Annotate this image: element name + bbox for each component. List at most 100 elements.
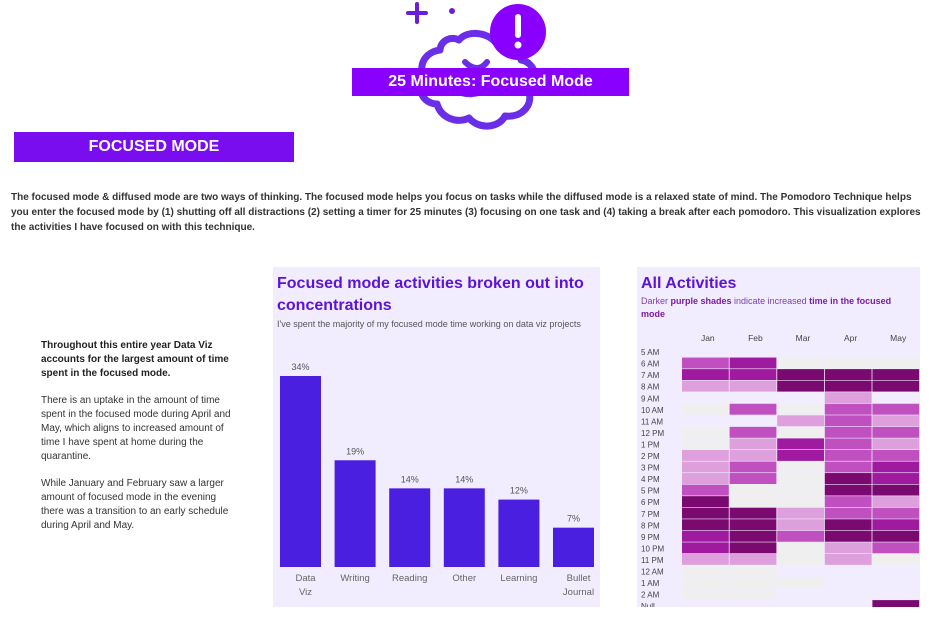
heatmap-row-label: 8 PM	[641, 521, 660, 530]
heatmap-cell	[729, 357, 777, 369]
bar-category-label: Other	[452, 573, 476, 584]
heatmap-cell	[729, 426, 777, 438]
heatmap-column-label: Feb	[748, 333, 763, 343]
heatmap-cell	[729, 484, 777, 496]
heatmap-row-label: 7 PM	[641, 510, 660, 519]
heatmap-cell	[729, 553, 777, 565]
heatmap-row-label: 2 AM	[641, 591, 660, 600]
heatmap-cell	[777, 484, 824, 496]
heatmap-row-label: 10 PM	[641, 544, 664, 553]
bar-4	[498, 499, 540, 567]
heatmap-cell	[777, 553, 824, 565]
heatmap-row-label: 1 PM	[641, 440, 660, 449]
heatmap-cell	[872, 426, 920, 438]
heatmap-cell	[682, 403, 729, 415]
heatmap-cell	[872, 530, 920, 542]
heatmap-cell	[777, 369, 824, 381]
heatmap-cell	[824, 553, 872, 565]
bar-value-label: 19%	[346, 446, 364, 456]
sparkle-icon	[406, 2, 428, 24]
heatmap-cell	[729, 473, 777, 484]
heatmap-cell	[872, 403, 920, 415]
heatmap-cell	[729, 519, 777, 531]
heatmap-cell	[777, 380, 824, 392]
bar-value-label: 14%	[401, 474, 419, 484]
heatmap-chart: Jan Feb Mar Apr May 5 AM 6 AM 7 AM 8 AM 9 AM 10 AM…	[641, 333, 920, 607]
heatmap-cell	[682, 484, 729, 496]
heatmap-cell	[872, 461, 920, 473]
heatmap-cell	[682, 369, 729, 381]
heatmap-cell	[682, 519, 729, 531]
bar-category-label: Reading	[392, 573, 427, 584]
bar-category-label: Bullet	[567, 573, 591, 584]
heatmap-row-label: 4 PM	[641, 475, 660, 484]
heatmap-row-label: 6 AM	[641, 360, 660, 369]
heatmap-cell	[777, 542, 824, 554]
heatmap-cell	[682, 577, 729, 588]
heatmap-cell	[729, 438, 777, 450]
heatmap-cell	[682, 357, 729, 369]
heatmap-cell	[872, 507, 920, 519]
heatmap-cell	[872, 600, 920, 607]
heatmap-cell	[682, 507, 729, 519]
bar-5	[553, 527, 594, 567]
heatmap-row-label: 10 AM	[641, 406, 664, 415]
heatmap-cell	[682, 426, 729, 438]
banner-title: 25 Minutes: Focused Mode	[352, 68, 629, 96]
heatmap-panel: All Activities Darker purple shades indi…	[637, 267, 920, 607]
bar-category-label: Data	[295, 573, 316, 584]
heatmap-cell	[824, 484, 872, 496]
heatmap-cell	[777, 449, 824, 461]
heatmap-cell	[682, 380, 729, 392]
heatmap-row-label: 9 AM	[641, 394, 660, 403]
heatmap-row-label: 3 PM	[641, 464, 660, 473]
heatmap-cell	[729, 577, 777, 588]
heatmap-row-label: 1 AM	[641, 579, 660, 588]
heatmap-cell	[824, 415, 872, 427]
note-uptake: There is an uptake in the amount of time…	[41, 395, 231, 462]
bar-2	[389, 488, 431, 567]
dot-icon	[449, 8, 455, 14]
heatmap-row-label: 9 PM	[641, 533, 660, 542]
heatmap-cell	[824, 449, 872, 461]
heatmap-cell	[729, 380, 777, 392]
heatmap-cell	[682, 530, 729, 542]
heatmap-row-label: 8 AM	[641, 383, 660, 392]
heatmap-cell	[682, 565, 729, 577]
heatmap-cell	[777, 438, 824, 450]
heatmap-cell	[824, 438, 872, 450]
heatmap-cell	[824, 392, 872, 404]
heatmap-row-label: 5 PM	[641, 487, 660, 496]
bar-category-label: Learning	[500, 573, 537, 584]
heatmap-cell	[777, 473, 824, 484]
heatmap-cell	[872, 357, 920, 369]
heatmap-cell	[824, 357, 872, 369]
heatmap-column-label: Mar	[796, 333, 811, 343]
heatmap-row-label: 2 PM	[641, 452, 660, 461]
heatmap-cell	[872, 542, 920, 554]
bar-1	[334, 460, 376, 567]
heatmap-cell	[682, 449, 729, 461]
heatmap-cell	[824, 369, 872, 381]
heatmap-cell	[682, 473, 729, 484]
heatmap-cell	[729, 369, 777, 381]
heatmap-cell	[729, 542, 777, 554]
heatmap-cell	[682, 438, 729, 450]
heatmap-cell	[729, 507, 777, 519]
heatmap-row-label: 12 PM	[641, 429, 664, 438]
note-schedule: While January and February saw a larger …	[41, 478, 229, 531]
heatmap-cell	[824, 473, 872, 484]
heatmap-row-label: 5 AM	[641, 348, 660, 357]
section-header: FOCUSED MODE	[14, 132, 294, 162]
bar-value-label: 7%	[567, 514, 580, 524]
heatmap-row-label: 11 PM	[641, 556, 664, 565]
heatmap-cell	[729, 449, 777, 461]
heatmap-cell	[824, 519, 872, 531]
heatmap-cell	[777, 461, 824, 473]
bar-category-label: Journal	[563, 587, 594, 598]
heatmap-cell	[824, 507, 872, 519]
heatmap-cell	[824, 496, 872, 508]
heatmap-row-label: 7 AM	[641, 371, 660, 380]
heatmap-cell	[729, 496, 777, 508]
intro-text: The focused mode & diffused mode are two…	[11, 192, 921, 233]
